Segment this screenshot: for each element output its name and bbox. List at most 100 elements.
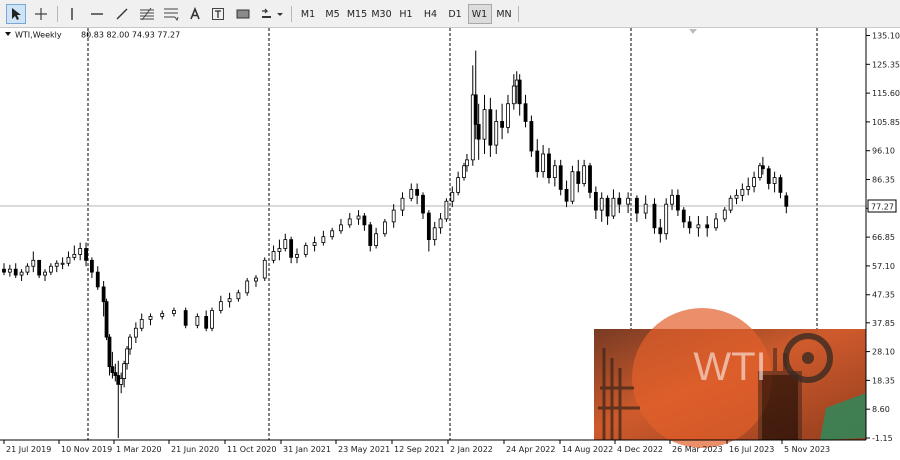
candle-body [450,191,455,202]
candle-body [611,197,616,217]
price-tick-label: -1.15 [872,434,893,443]
candle-body [535,150,540,173]
candle-body [289,239,294,258]
candle-body [473,94,478,125]
candle [104,298,109,341]
price-axis: 135.10125.35115.60105.8596.1086.3576.606… [866,32,900,443]
candle-body [312,242,317,246]
candle-body [658,227,663,235]
candle-body [714,218,718,229]
candle-body [529,121,534,152]
timeframe-m15-button[interactable]: M15 [345,4,369,24]
pitchfork-tool[interactable] [160,4,182,24]
candle-body [564,189,569,202]
timeframe-h4-button[interactable]: H4 [419,4,443,24]
candle [382,218,387,237]
candle-body [54,262,59,267]
rectangle-icon [236,9,250,19]
price-tick-label: 28.10 [872,348,895,357]
candle-body [339,224,343,232]
candle-body [570,171,575,202]
trendline-tool[interactable] [111,4,133,24]
candle-body [687,221,692,229]
candle-body [125,348,129,365]
current-price-label: 77.27 [871,203,894,212]
text-label-icon [212,8,224,20]
price-chart[interactable]: WTI 135.10125.35115.60105.8596.1086.3576… [0,28,900,460]
vertical-line-tool[interactable] [62,4,82,24]
time-tick-label: 16 Jul 2023 [729,445,774,454]
candle-body [271,251,276,261]
candle-body [254,277,258,282]
candle-body [160,313,165,317]
timeframe-m1-button[interactable]: M1 [296,4,320,24]
text-tool[interactable] [186,4,204,24]
timeframe-mn-button[interactable]: MN [492,4,516,24]
candle-body [634,197,639,214]
rectangle-tool[interactable] [232,4,254,24]
candle-body [347,218,352,226]
candle-body [25,265,30,273]
time-tick-label: 5 Nov 2023 [784,445,830,454]
candle-body [500,121,505,128]
shapes-menu-tool[interactable] [258,4,286,24]
time-tick-label: 21 Jul 2019 [6,445,51,454]
candle-body [547,153,551,178]
time-tick-label: 2 Jan 2022 [450,445,493,454]
candle-body [277,248,282,252]
candle-body [195,316,200,326]
time-tick-label: 14 Aug 2022 [562,445,613,454]
candle-body [432,227,437,241]
candle-body [330,230,335,238]
candle-body [133,327,138,338]
candle-body [740,189,745,196]
time-tick-label: 10 Nov 2019 [61,445,112,454]
timeframe-d1-button[interactable]: D1 [443,4,467,24]
candle-body [139,318,144,329]
candle-body [122,363,127,379]
candle-body [482,109,487,140]
candle-body [605,197,610,217]
candle-body [772,177,777,184]
candle-body [582,165,587,184]
candle-body [218,301,223,311]
candle-body [681,209,686,223]
candle [444,198,449,222]
candle-body [110,366,115,373]
crosshair-tool[interactable] [30,4,52,24]
candle-body [72,254,77,258]
candle-body [426,212,431,241]
timeframe-m5-button[interactable]: M5 [321,4,345,24]
candle-body [104,301,109,338]
candle-body [421,194,425,214]
cursor-tool[interactable] [6,4,26,24]
candle-body [90,259,94,273]
candle-body [356,215,361,220]
price-tick-label: 115.60 [872,89,900,98]
shapes-menu-icon [262,8,283,18]
candle-body [227,298,232,303]
fibonacci-tool[interactable] [136,4,158,24]
watermark-text: WTI [693,345,766,389]
candle-body [204,316,209,329]
candle [529,115,534,157]
timeframe-m30-button[interactable]: M30 [370,4,394,24]
candle-body [643,203,648,214]
candle-body [670,194,674,205]
candle-body [705,224,710,229]
ohlc-values-label: 80.83 82.00 74.93 77.27 [81,31,180,40]
text-label-tool[interactable] [208,4,228,24]
timeframe-w1-button[interactable]: W1 [467,4,492,24]
candle-body [172,310,176,314]
candle [570,165,575,205]
candle-body [84,248,88,261]
crosshair-icon [35,8,47,20]
candle-body [760,165,765,170]
toolbar-separator [291,6,292,22]
candle-body [415,189,420,196]
candle [664,198,669,240]
horizontal-line-tool[interactable] [86,4,108,24]
timeframe-h1-button[interactable]: H1 [394,4,418,24]
toolbar-separator [517,6,519,22]
price-tick-label: 105.85 [872,118,900,127]
